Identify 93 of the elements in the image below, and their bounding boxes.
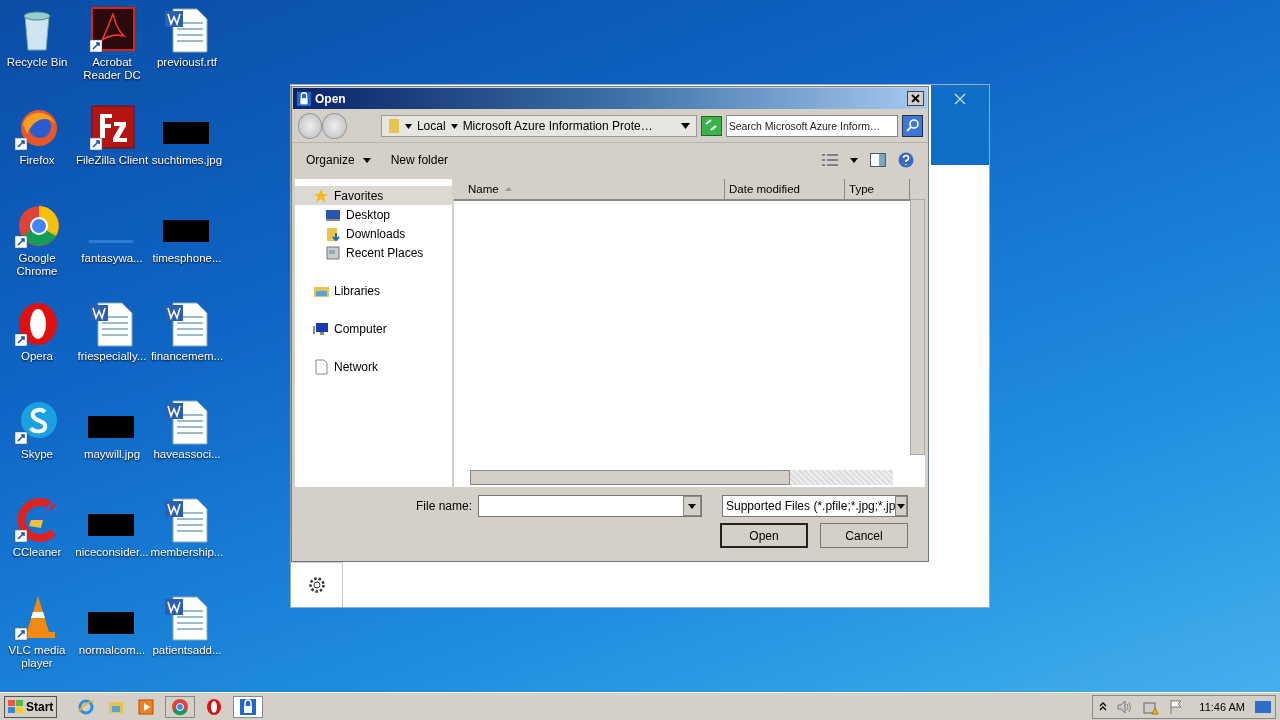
document-icon (313, 358, 329, 375)
horizontal-scrollbar[interactable] (470, 470, 893, 485)
desktop-icon-label[interactable]: fantasywa... (81, 252, 143, 265)
browser-icon (77, 697, 96, 716)
close-button[interactable] (907, 91, 924, 106)
acrobat-icon[interactable] (88, 6, 136, 54)
chevron-up-icon[interactable] (1099, 702, 1108, 711)
view-options-icon[interactable] (822, 154, 838, 166)
desktop-icon-label[interactable]: patientsadd... (152, 644, 222, 657)
desktop-icon-label[interactable]: niceconsider... (75, 546, 149, 559)
refresh-icon (704, 118, 719, 131)
document-icon[interactable] (88, 300, 136, 348)
taskbar-app-button[interactable] (233, 695, 264, 718)
desktop-icon-label[interactable]: maywill.jpg (83, 448, 141, 461)
file-name-label: File name: (415, 499, 472, 513)
search-button[interactable] (902, 115, 923, 137)
desktop-icon-label[interactable]: Opera (21, 350, 53, 363)
lock-icon (296, 90, 312, 107)
desktop-icon-label[interactable]: VLC media player (0, 644, 74, 670)
file-name-field[interactable] (478, 495, 702, 517)
breadcrumb-item[interactable]: Local (416, 119, 446, 133)
search-icon (905, 117, 920, 132)
caret-icon[interactable] (450, 123, 458, 129)
new-folder-button[interactable]: New folder (390, 153, 449, 167)
desktop-icon-label[interactable]: membership... (150, 546, 224, 559)
document-icon[interactable] (163, 594, 211, 642)
nav-item[interactable]: Recent Places (295, 243, 452, 262)
sort-arrow-icon (504, 187, 512, 191)
folder-icon (325, 225, 341, 242)
desktop-icon-label[interactable]: CCleaner (12, 546, 62, 559)
desktop-icon-label[interactable]: Skype (21, 448, 53, 461)
desktop-icon-label[interactable]: financemem... (150, 350, 224, 363)
star-icon (313, 187, 329, 204)
document-icon[interactable] (163, 300, 211, 348)
desktop-icon-label[interactable]: FileZilla Client (75, 154, 149, 167)
desktop-icon-label[interactable]: normalcom... (78, 644, 146, 657)
computer-icon (313, 320, 329, 337)
nav-item[interactable]: Downloads (295, 224, 452, 243)
taskbar-app-button[interactable] (165, 695, 196, 718)
caret-icon (897, 503, 906, 509)
settings-icon (307, 576, 326, 594)
desktop-icon-label[interactable]: suchtimes.jpg (151, 154, 223, 167)
caret-icon (362, 157, 371, 163)
column-header[interactable]: Date modified (725, 179, 845, 199)
document-icon[interactable] (163, 398, 211, 446)
play-icon (137, 697, 156, 716)
nav-item[interactable]: Network (295, 357, 452, 376)
desktop-icon-label[interactable]: Google Chrome (0, 252, 74, 278)
cancel-button[interactable]: Cancel (820, 523, 908, 548)
desktop-icon-label[interactable]: Firefox (19, 154, 55, 167)
desktop-icon-label[interactable]: friespecially... (77, 350, 147, 363)
lock-icon (239, 697, 258, 716)
nav-item[interactable]: Libraries (295, 281, 452, 300)
speaker-icon[interactable] (1117, 699, 1134, 714)
organize-menu[interactable]: Organize (306, 153, 371, 167)
close-icon[interactable] (954, 93, 966, 105)
folder-icon (387, 118, 400, 134)
recent-places-icon (325, 244, 341, 261)
breadcrumb-item[interactable]: Microsoft Azure Information Prote… (462, 119, 653, 133)
window-title: Open (315, 91, 347, 106)
nav-item[interactable]: Favorites (295, 186, 452, 205)
desktop-icon-label[interactable]: timesphone... (152, 252, 222, 265)
caret-icon[interactable] (850, 157, 858, 163)
preview-pane-icon[interactable] (870, 153, 886, 167)
windows-logo-icon (8, 699, 24, 714)
column-header[interactable]: Type (845, 179, 910, 199)
caret-icon[interactable] (404, 123, 412, 129)
caret-icon (688, 503, 696, 509)
open-button[interactable]: Open (720, 523, 808, 548)
desktop-icon-label[interactable]: previousf.rtf (156, 56, 218, 69)
desktop-icon-label[interactable]: Acrobat Reader DC (75, 56, 149, 82)
browser-icon (205, 697, 224, 716)
document-icon[interactable] (163, 496, 211, 544)
file-type-dropdown[interactable]: Supported Files (*.pfile;*.jpg;*.jp (722, 495, 908, 517)
address-bar[interactable]: Local Microsoft Azure Information Prote… (380, 115, 697, 137)
document-icon[interactable] (163, 6, 211, 54)
caret-icon[interactable] (680, 123, 690, 129)
vertical-scrollbar[interactable] (910, 199, 925, 455)
clock[interactable]: 11:46 AM (1199, 700, 1245, 713)
start-button[interactable]: Start (4, 695, 58, 718)
nav-item[interactable]: Computer (295, 319, 452, 338)
desktop-icon-label[interactable]: Recycle Bin (6, 56, 68, 69)
nav-item[interactable]: Desktop (295, 205, 452, 224)
search-field[interactable]: Search Microsoft Azure Inform… (725, 115, 899, 137)
filezilla-icon[interactable] (88, 104, 136, 152)
desktop-icon-label[interactable]: haveassoci... (153, 448, 221, 461)
column-header[interactable]: Name (454, 179, 725, 199)
browser-icon (171, 697, 190, 716)
help-icon[interactable] (898, 152, 914, 168)
show-desktop-icon[interactable] (1255, 700, 1271, 713)
close-icon (911, 94, 920, 103)
flag-icon[interactable] (1169, 698, 1184, 715)
refresh-button[interactable] (700, 116, 722, 136)
